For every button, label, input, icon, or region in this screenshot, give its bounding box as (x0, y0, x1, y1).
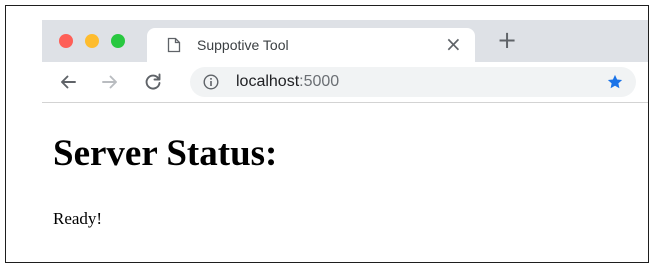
window-minimize-button[interactable] (85, 34, 99, 48)
forward-arrow-icon[interactable] (100, 72, 120, 92)
screenshot-frame: Suppotive Tool × + localhost:5000 Server… (5, 5, 649, 263)
tab-active[interactable]: Suppotive Tool × (147, 28, 475, 62)
reload-icon[interactable] (143, 72, 163, 92)
info-icon[interactable] (203, 74, 219, 90)
browser-toolbar: localhost:5000 (42, 62, 648, 103)
new-tab-button[interactable]: + (496, 28, 518, 52)
status-text: Ready! (53, 209, 103, 228)
star-icon[interactable] (606, 73, 624, 91)
url-host: localhost (236, 73, 300, 90)
tab-strip: Suppotive Tool × + (42, 20, 648, 62)
tab-close-icon[interactable]: × (445, 34, 462, 54)
document-icon (167, 37, 181, 53)
window-close-button[interactable] (59, 34, 73, 48)
back-arrow-icon[interactable] (58, 72, 78, 92)
url-port: :5000 (299, 73, 340, 90)
page-content: Server Status: Ready! (42, 103, 648, 262)
address-bar[interactable]: localhost:5000 (190, 67, 636, 97)
window-maximize-button[interactable] (111, 34, 125, 48)
page-heading: Server Status: (53, 133, 278, 174)
browser-window: Suppotive Tool × + localhost:5000 Server… (42, 20, 648, 262)
url-text[interactable]: localhost:5000 (236, 73, 339, 91)
tab-title: Suppotive Tool (197, 37, 289, 53)
